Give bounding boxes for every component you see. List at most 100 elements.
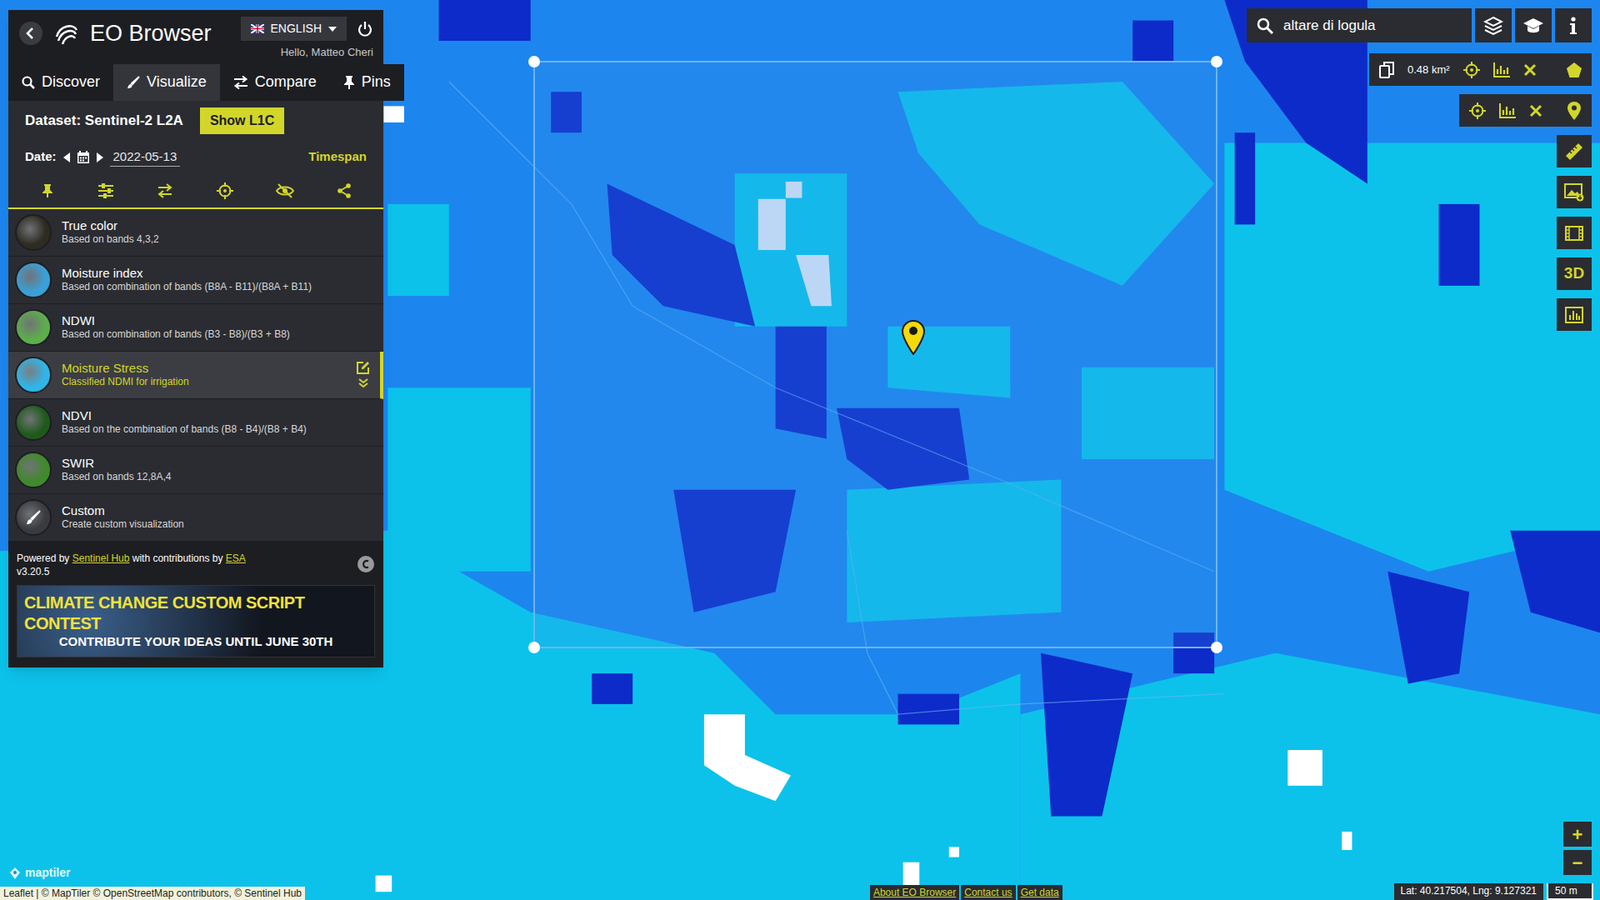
hide-icon[interactable] (275, 183, 295, 199)
aoi-tool-button[interactable] (1556, 53, 1592, 86)
image-download-icon (1564, 183, 1585, 202)
layer-name: Moisture index (61, 265, 377, 282)
measure-tool-button[interactable] (1556, 135, 1592, 168)
aoi-handle[interactable] (528, 55, 540, 68)
3d-button[interactable]: 3D (1556, 257, 1592, 290)
tutorial-button[interactable] (1515, 8, 1552, 43)
share-icon[interactable] (336, 183, 352, 199)
poi-tool-button[interactable] (1556, 94, 1592, 127)
expand-icon[interactable] (358, 378, 369, 389)
layer-item[interactable]: CustomCreate custom visualization (8, 494, 384, 542)
uk-flag-icon (250, 24, 265, 34)
contest-banner[interactable]: CLIMATE CHANGE CUSTOM SCRIPT CONTEST CON… (16, 585, 375, 658)
bar-chart-icon (1565, 306, 1584, 324)
coordinates: Lat: 40.217504, Lng: 9.127321 (1394, 883, 1544, 900)
map[interactable]: EO Browser ENGLISH Hello, Matteo Cheri D… (0, 0, 1600, 900)
copy-icon[interactable] (1379, 61, 1395, 79)
pentagon-icon (1565, 61, 1583, 79)
scale-bar: 50 m (1546, 883, 1594, 900)
tab-label: Compare (255, 70, 317, 94)
esa-link[interactable]: ESA (225, 552, 246, 565)
dropdown-caret-icon (328, 26, 337, 32)
tab-bar: DiscoverVisualizeComparePins (8, 64, 384, 101)
graduation-cap-icon (1522, 16, 1545, 35)
layer-name: NDWI (61, 313, 377, 330)
statistics-button[interactable] (1556, 298, 1592, 331)
chart-icon[interactable] (1499, 103, 1516, 119)
layer-name: Moisture Stress (61, 360, 346, 377)
next-date-icon[interactable] (96, 152, 104, 163)
layer-description: Based on bands 12,8A,4 (61, 470, 377, 484)
info-button[interactable] (1555, 8, 1592, 43)
layer-item[interactable]: SWIRBased on bands 12,8A,4 (8, 446, 384, 495)
layers-button[interactable] (1475, 8, 1512, 43)
top-toolbar: altare di logula (1246, 8, 1592, 43)
crosshair-icon[interactable] (1469, 102, 1486, 120)
tab[interactable]: Visualize (113, 64, 220, 101)
date-input[interactable]: 2022-05-13 (110, 147, 181, 168)
sentinel-hub-link[interactable]: Sentinel Hub (72, 552, 130, 565)
map-pin-icon[interactable] (901, 320, 925, 355)
aoi-toolbar: 0.48 km² (1369, 53, 1561, 86)
dataset-label: Dataset: Sentinel-2 L2A (25, 110, 184, 132)
side-panel: EO Browser ENGLISH Hello, Matteo Cheri D… (8, 10, 384, 668)
date-label: Date: (25, 147, 57, 167)
close-icon[interactable] (1529, 104, 1543, 118)
version-text: v3.20.5 (16, 565, 246, 579)
power-icon[interactable] (356, 20, 374, 38)
crosshair-icon[interactable] (1463, 61, 1480, 79)
layer-thumbnail (15, 214, 52, 251)
pin-toolbar (1459, 94, 1561, 127)
maptiler-logo[interactable]: maptiler (8, 864, 70, 882)
maptiler-icon (8, 866, 22, 880)
search-icon (21, 75, 35, 90)
tab[interactable]: Discover (8, 64, 114, 101)
layer-description: Classified NDMI for irrigation (61, 375, 346, 389)
aoi-handle[interactable] (1210, 641, 1223, 654)
layer-item[interactable]: NDVIBased on the combination of bands (B… (8, 399, 384, 447)
calendar-icon[interactable] (76, 150, 90, 165)
tab[interactable]: Compare (220, 64, 330, 101)
crosshair-icon[interactable] (216, 182, 234, 200)
language-select[interactable]: ENGLISH (240, 16, 347, 41)
tab-label: Visualize (146, 70, 207, 94)
eo-browser-logo-icon (53, 20, 80, 47)
search-box[interactable]: altare di logula (1246, 8, 1472, 43)
footer-link[interactable]: About EO Browser (870, 885, 960, 900)
show-l1c-button[interactable]: Show L1C (200, 107, 285, 135)
area-of-interest[interactable] (533, 60, 1218, 649)
timespan-link[interactable]: Timespan (308, 147, 367, 167)
info-icon (1569, 16, 1578, 35)
close-icon[interactable] (1523, 63, 1537, 77)
zoom-out-button[interactable]: − (1563, 850, 1592, 875)
layer-item[interactable]: True colorBased on bands 4,3,2 (8, 209, 384, 257)
layer-thumbnail (15, 451, 52, 489)
compare-icon[interactable] (156, 183, 174, 199)
back-icon[interactable] (18, 20, 44, 46)
pin-icon[interactable] (40, 183, 55, 199)
location-icon (1567, 101, 1581, 120)
chart-icon[interactable] (1493, 62, 1510, 78)
aoi-area: 0.48 km² (1407, 61, 1450, 79)
timelapse-button[interactable] (1556, 216, 1592, 250)
aoi-handle[interactable] (1210, 55, 1223, 68)
creative-commons-icon[interactable] (356, 555, 375, 574)
search-input[interactable]: altare di logula (1283, 15, 1376, 37)
layer-item[interactable]: Moisture indexBased on combination of ba… (8, 256, 384, 305)
ruler-icon (1565, 142, 1584, 161)
aoi-handle[interactable] (528, 641, 540, 654)
layer-item[interactable]: Moisture StressClassified NDMI for irrig… (8, 351, 384, 400)
layer-name: SWIR (61, 455, 377, 472)
tab[interactable]: Pins (330, 64, 405, 101)
footer-link[interactable]: Contact us (960, 885, 1015, 900)
footer-link[interactable]: Get data (1017, 885, 1063, 900)
edit-icon[interactable] (355, 360, 370, 375)
layer-item[interactable]: NDWIBased on combination of bands (B3 - … (8, 304, 384, 352)
sliders-icon[interactable] (97, 183, 115, 199)
zoom-in-button[interactable]: + (1563, 821, 1592, 847)
3d-label: 3D (1564, 261, 1585, 286)
previous-date-icon[interactable] (63, 152, 70, 163)
image-download-button[interactable] (1556, 175, 1592, 209)
tab-label: Pins (361, 70, 391, 94)
panel-footer: Powered by Sentinel Hub with contributio… (8, 541, 384, 668)
